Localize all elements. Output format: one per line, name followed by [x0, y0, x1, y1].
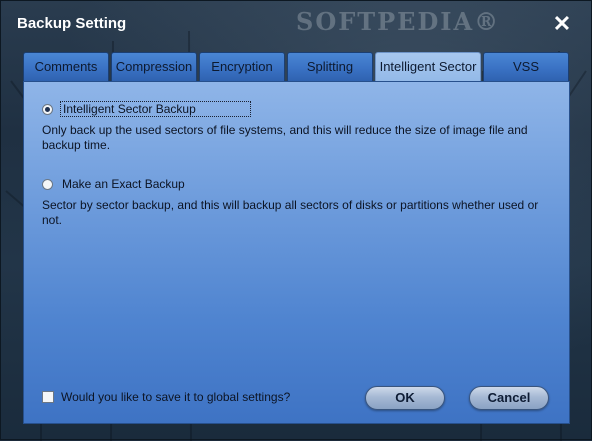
tab-comments[interactable]: Comments — [23, 52, 109, 81]
intelligent-sector-label[interactable]: Intelligent Sector Backup — [60, 101, 251, 117]
ok-button[interactable]: OK — [365, 386, 445, 410]
exact-backup-radio[interactable] — [42, 178, 53, 190]
tab-intelligent-sector[interactable]: Intelligent Sector — [375, 52, 481, 82]
tab-encryption[interactable]: Encryption — [199, 52, 285, 81]
backup-setting-dialog: SOFTPEDIA® Backup Setting ✕ Comments Com… — [0, 0, 592, 441]
cancel-button[interactable]: Cancel — [469, 386, 549, 410]
dialog-title: Backup Setting — [17, 15, 127, 32]
intelligent-sector-description: Only back up the used sectors of file sy… — [42, 123, 528, 152]
tab-vss[interactable]: VSS — [483, 52, 569, 81]
close-icon[interactable]: ✕ — [549, 11, 575, 37]
tab-compression[interactable]: Compression — [111, 52, 197, 81]
tab-splitting[interactable]: Splitting — [287, 52, 373, 81]
exact-backup-option[interactable]: Make an Exact Backup — [42, 177, 187, 191]
save-global-option[interactable]: Would you like to save it to global sett… — [42, 390, 290, 404]
intelligent-sector-option[interactable]: Intelligent Sector Backup — [42, 101, 251, 117]
exact-backup-label[interactable]: Make an Exact Backup — [60, 177, 187, 191]
intelligent-sector-radio[interactable] — [42, 103, 53, 115]
save-global-label[interactable]: Would you like to save it to global sett… — [61, 390, 290, 404]
save-global-checkbox[interactable] — [42, 391, 54, 403]
intelligent-sector-panel: Intelligent Sector Backup Only back up t… — [23, 81, 570, 424]
exact-backup-description: Sector by sector backup, and this will b… — [42, 198, 539, 227]
softpedia-watermark: SOFTPEDIA® — [296, 7, 501, 36]
